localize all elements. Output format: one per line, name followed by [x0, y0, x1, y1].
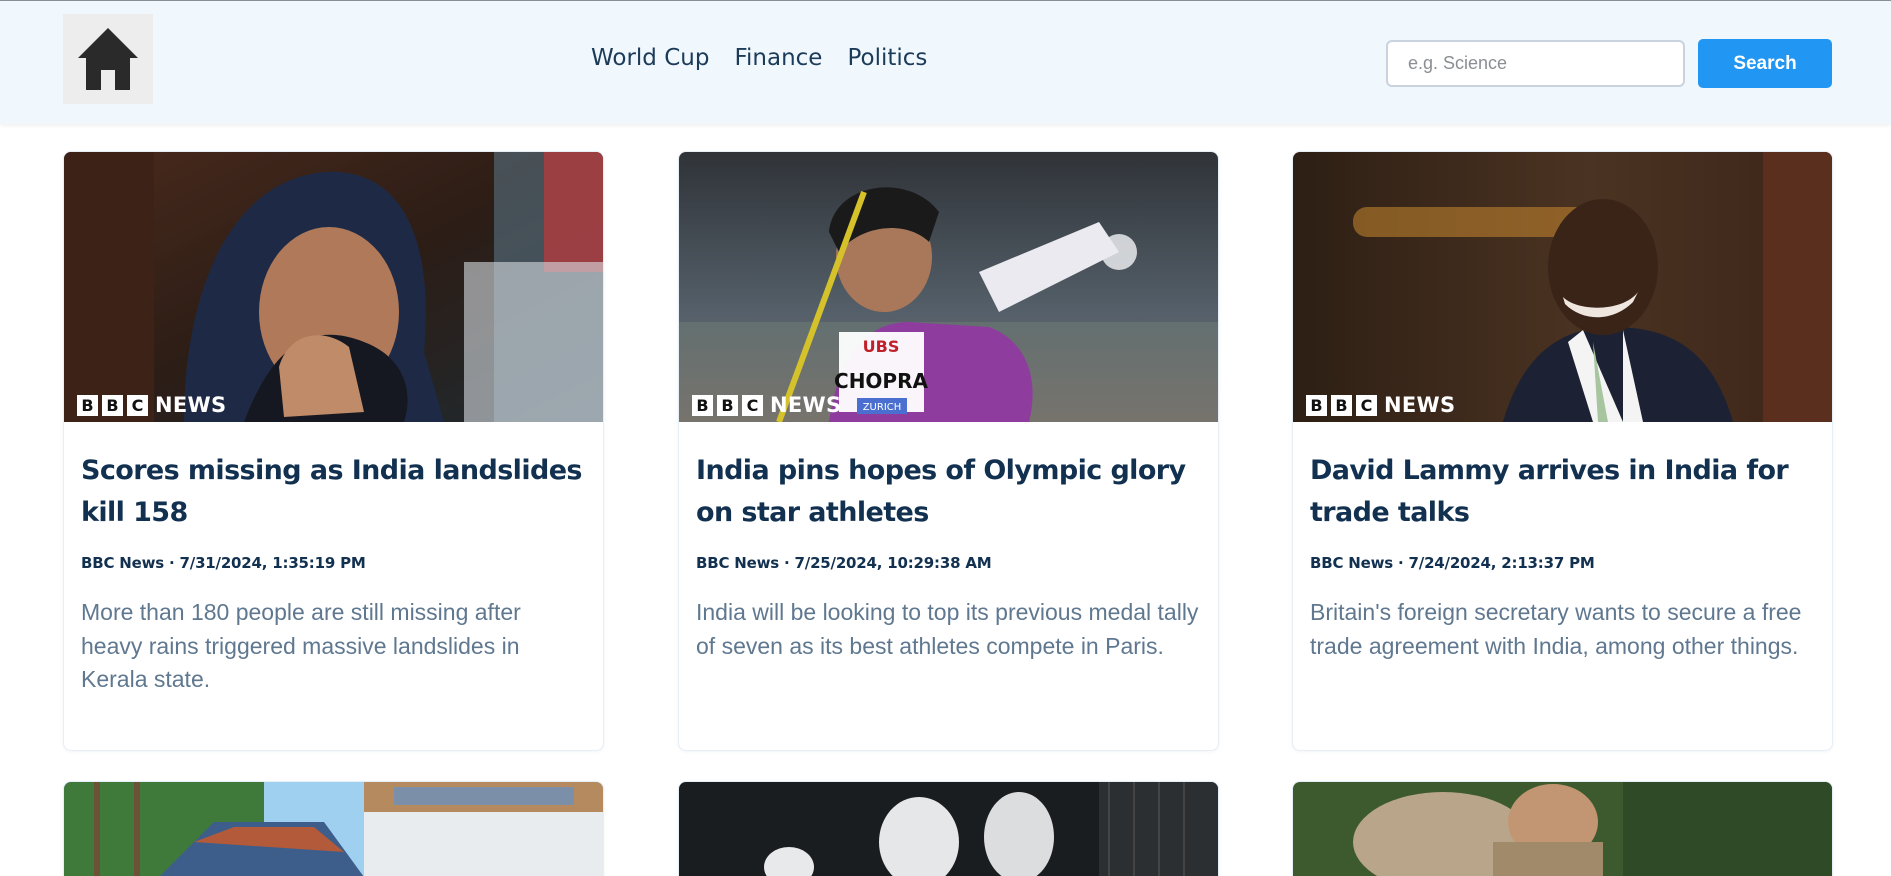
article-image: B B C NEWS — [64, 152, 603, 422]
article-card[interactable]: UBS CHOPRA ZURICH B B C NEWS India pins … — [678, 151, 1219, 751]
article-image: UBS CHOPRA ZURICH B B C NEWS — [679, 152, 1218, 422]
article-card[interactable] — [63, 781, 604, 876]
home-button[interactable] — [63, 14, 153, 104]
bbc-news-logo: B B C NEWS — [1306, 393, 1455, 417]
svg-text:CHOPRA: CHOPRA — [834, 369, 928, 393]
article-meta: BBC News · 7/31/2024, 1:35:19 PM — [81, 554, 366, 572]
home-icon — [78, 28, 138, 90]
article-image — [1293, 782, 1832, 876]
article-title[interactable]: India pins hopes of Olympic glory on sta… — [696, 450, 1201, 534]
svg-text:ZURICH: ZURICH — [863, 402, 902, 413]
article-description: Britain's foreign secretary wants to sec… — [1310, 599, 1802, 659]
article-image: B B C NEWS — [1293, 152, 1832, 422]
article-card[interactable]: B B C NEWS David Lammy arrives in India … — [1292, 151, 1833, 751]
svg-text:UBS: UBS — [863, 337, 900, 356]
article-title[interactable]: David Lammy arrives in India for trade t… — [1310, 450, 1815, 534]
article-description: More than 180 people are still missing a… — [81, 599, 521, 692]
article-card[interactable] — [1292, 781, 1833, 876]
nav-link-politics[interactable]: Politics — [847, 45, 927, 71]
top-navbar: World Cup Finance Politics Search — [0, 0, 1891, 124]
article-description: India will be looking to top its previou… — [696, 599, 1199, 659]
article-title[interactable]: Scores missing as India landslides kill … — [81, 450, 586, 534]
bbc-news-logo: B B C NEWS — [692, 393, 841, 417]
article-image — [64, 782, 603, 876]
article-card[interactable]: B B C NEWS Scores missing as India lands… — [63, 151, 604, 751]
nav-link-world-cup[interactable]: World Cup — [591, 45, 709, 71]
nav-links: World Cup Finance Politics — [591, 45, 927, 71]
search-input[interactable] — [1386, 40, 1685, 87]
article-image — [679, 782, 1218, 876]
nav-link-finance[interactable]: Finance — [734, 45, 822, 71]
article-meta: BBC News · 7/25/2024, 10:29:38 AM — [696, 554, 992, 572]
bbc-news-logo: B B C NEWS — [77, 393, 226, 417]
article-card[interactable] — [678, 781, 1219, 876]
article-meta: BBC News · 7/24/2024, 2:13:37 PM — [1310, 554, 1595, 572]
search-button[interactable]: Search — [1698, 39, 1832, 88]
